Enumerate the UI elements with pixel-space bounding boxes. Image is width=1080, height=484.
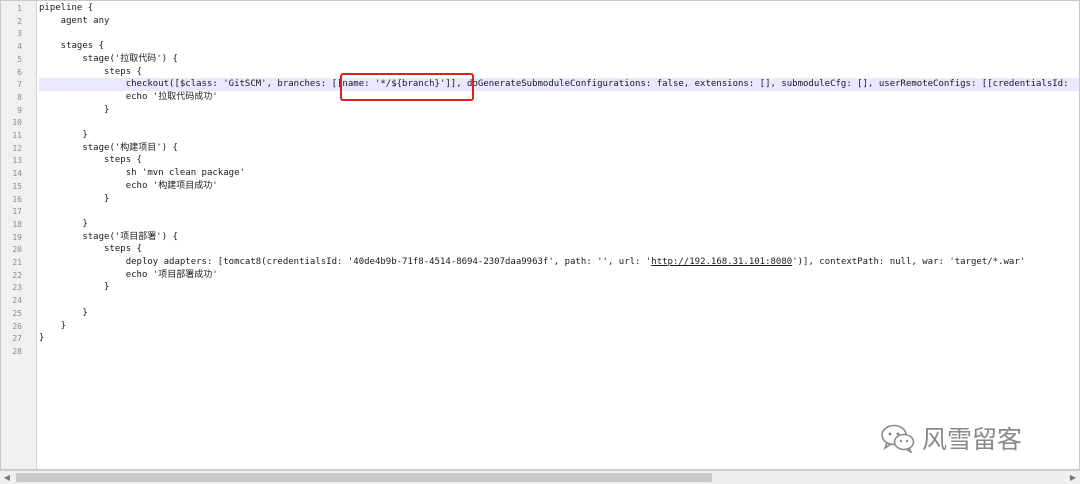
code-line[interactable]: echo '项目部署成功' <box>39 269 1079 282</box>
line-number: 5 <box>17 54 22 64</box>
wechat-icon <box>881 424 915 453</box>
horizontal-scrollbar[interactable]: ◀ ▶ <box>0 470 1080 484</box>
line-number: 12 <box>12 143 22 153</box>
line-number: 11 <box>12 131 22 140</box>
line-number: 2 <box>17 16 22 26</box>
scroll-right-arrow-icon[interactable]: ▶ <box>1066 471 1080 484</box>
line-number: 23 <box>12 283 22 293</box>
line-number: 16 <box>12 194 22 204</box>
code-line[interactable]: stage('拉取代码') { <box>39 53 1079 66</box>
line-number: 25 <box>12 308 22 318</box>
code-line[interactable] <box>39 205 1079 218</box>
line-number: 14 <box>12 169 22 179</box>
line-number: 9 <box>17 105 22 115</box>
code-line[interactable]: } <box>39 320 1079 333</box>
line-number: 1 <box>17 4 22 13</box>
line-number: 8 <box>17 92 22 102</box>
watermark-text: 风雪留客 <box>922 425 1023 454</box>
code-line[interactable]: } <box>39 104 1079 117</box>
highlight-box <box>340 73 474 101</box>
line-number: 21 <box>12 258 22 267</box>
code-line[interactable]: steps { <box>39 154 1079 167</box>
line-number: 4 <box>17 42 22 52</box>
code-line[interactable] <box>39 345 1079 358</box>
line-number: 17 <box>12 207 22 217</box>
line-number: 19 <box>12 232 22 242</box>
line-number: 15 <box>12 181 22 191</box>
code-line[interactable]: checkout([$class: 'GitSCM', branches: [[… <box>39 78 1079 92</box>
scrollbar-thumb[interactable] <box>16 473 712 482</box>
scroll-left-arrow-icon[interactable]: ◀ <box>0 471 14 484</box>
line-number: 20 <box>12 245 22 255</box>
line-number: 26 <box>12 321 22 331</box>
code-area[interactable]: pipeline { agent any stages { stage('拉取代… <box>39 1 1079 469</box>
line-number: 13 <box>12 156 22 166</box>
line-number: 18 <box>12 219 22 229</box>
line-number: 7 <box>17 80 22 90</box>
code-line[interactable]: } <box>39 129 1079 142</box>
line-number: 10 <box>12 118 22 128</box>
watermark: 风雪留客 <box>880 418 1022 458</box>
line-number: 3 <box>17 29 22 39</box>
code-line[interactable]: stage('构建项目') { <box>39 142 1079 155</box>
code-line[interactable]: agent any <box>39 15 1079 28</box>
code-editor[interactable]: 1 2 3 4 5 6 7 8 9 10 11 12 13 14 15 16 17 18 19 20 21 22 23 24 2… <box>0 0 1080 470</box>
code-line[interactable]: echo '构建项目成功' <box>39 180 1079 193</box>
code-line[interactable]: } <box>39 218 1079 231</box>
code-line[interactable]: } <box>39 332 1079 345</box>
code-line[interactable]: steps { <box>39 66 1079 79</box>
code-line[interactable]: stages { <box>39 40 1079 53</box>
url-link[interactable]: http://192.168.31.101:8080 <box>651 257 792 267</box>
code-line[interactable] <box>39 27 1079 40</box>
line-number-gutter: 1 2 3 4 5 6 7 8 9 10 11 12 13 14 15 16 17 18 19 20 21 22 23 24 2… <box>1 1 37 469</box>
line-number: 22 <box>12 270 22 280</box>
code-line[interactable]: sh 'mvn clean package' <box>39 167 1079 180</box>
code-line[interactable]: steps { <box>39 243 1079 256</box>
line-number: 28 <box>12 346 22 356</box>
code-line[interactable] <box>39 116 1079 129</box>
code-line[interactable]: } <box>39 193 1079 206</box>
line-number: 27 <box>12 334 22 344</box>
code-line[interactable]: } <box>39 307 1079 320</box>
code-line[interactable] <box>39 294 1079 307</box>
line-number: 6 <box>17 67 22 77</box>
code-line[interactable]: echo '拉取代码成功' <box>39 91 1079 104</box>
code-line[interactable]: stage('项目部署') { <box>39 231 1079 244</box>
code-line[interactable]: pipeline { <box>39 2 1079 15</box>
line-number: 24 <box>12 296 22 306</box>
code-line[interactable]: } <box>39 281 1079 294</box>
code-line[interactable]: deploy adapters: [tomcat8(credentialsId:… <box>39 256 1079 269</box>
